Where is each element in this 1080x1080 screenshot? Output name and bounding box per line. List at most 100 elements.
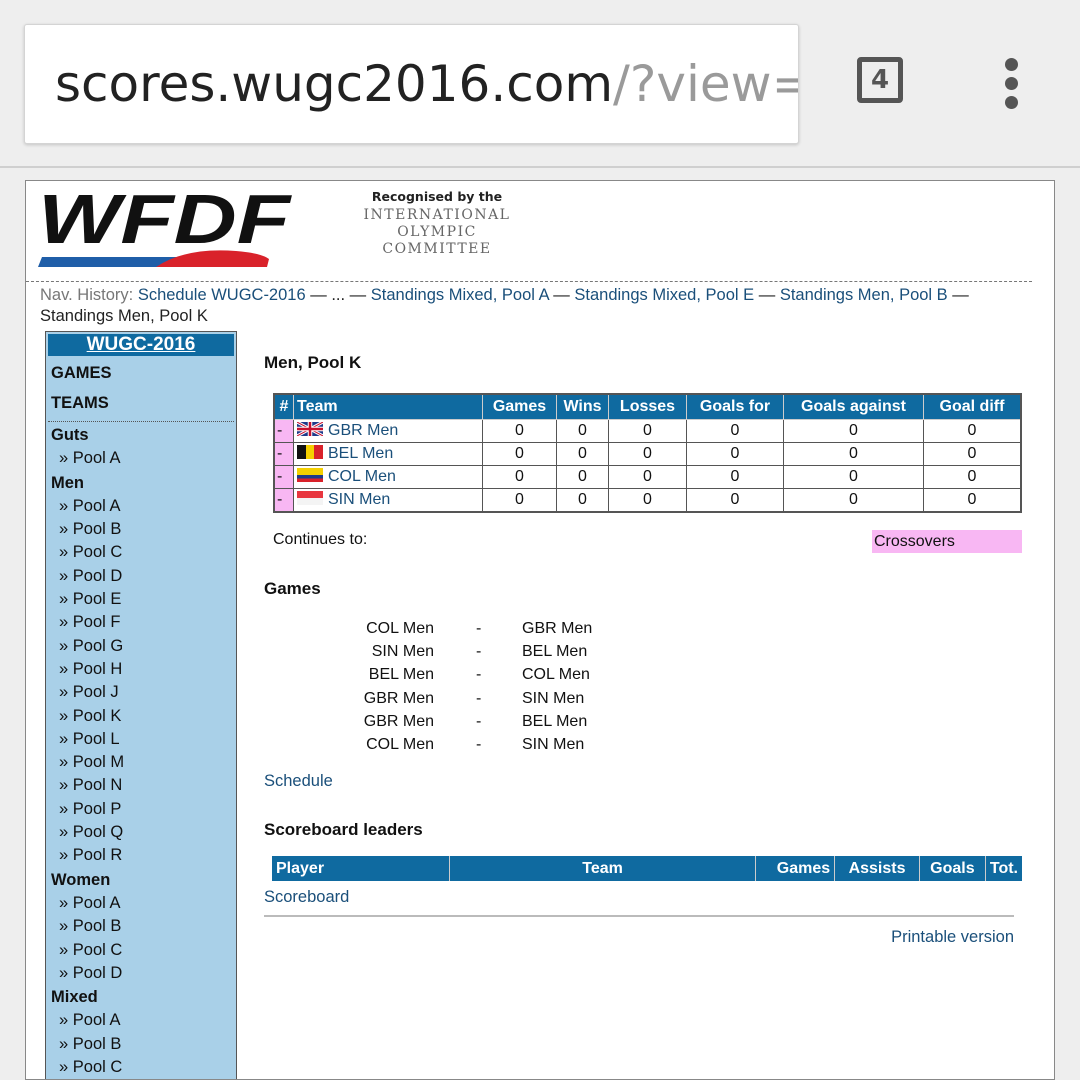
printable-version-link[interactable]: Printable version xyxy=(891,928,1014,947)
sidebar-item-teams[interactable]: TEAMS xyxy=(46,388,236,418)
sidebar-pool-link[interactable]: » Pool A xyxy=(46,892,236,915)
game-home-team: SIN Men xyxy=(371,643,434,661)
sidebar-pool-link[interactable]: » Pool D xyxy=(46,962,236,985)
sidebar-pool-link[interactable]: » Pool B xyxy=(46,1033,236,1056)
goal-diff-cell: 0 xyxy=(923,465,1022,489)
nav-sep: — xyxy=(305,286,332,304)
goals-for-cell: 0 xyxy=(686,488,784,513)
sidebar-pool-link[interactable]: » Pool R xyxy=(46,844,236,867)
sidebar-pool-link[interactable]: » Pool A xyxy=(46,495,236,518)
team-link[interactable]: SIN Men xyxy=(328,491,390,508)
nav-link[interactable]: Standings Mixed, Pool E xyxy=(574,286,754,304)
games-cell: 0 xyxy=(482,419,557,443)
nav-history-label: Nav. History: xyxy=(40,286,134,304)
nav-link[interactable]: Standings Men, Pool B xyxy=(780,286,948,304)
game-row[interactable]: GBR Men - BEL Men xyxy=(344,710,624,733)
team-link[interactable]: BEL Men xyxy=(328,445,393,462)
game-row[interactable]: GBR Men - SIN Men xyxy=(344,687,624,710)
game-row[interactable]: SIN Men - BEL Men xyxy=(344,640,624,663)
leaders-table: Player Team Games Assists Goals Tot. xyxy=(272,856,1022,881)
sidebar-title[interactable]: WUGC-2016 xyxy=(46,332,236,358)
scoreboard-link[interactable]: Scoreboard xyxy=(264,888,349,907)
game-row[interactable]: COL Men - SIN Men xyxy=(344,733,624,756)
tab-switcher-button[interactable]: 4 xyxy=(857,57,903,103)
sidebar-pool-link[interactable]: » Pool D xyxy=(46,565,236,588)
team-link[interactable]: COL Men xyxy=(328,468,396,485)
sidebar-pool-link[interactable]: » Pool F xyxy=(46,611,236,634)
sidebar-pool-link[interactable]: » Pool C xyxy=(46,541,236,564)
sidebar-pool-link[interactable]: » Pool A xyxy=(46,447,236,470)
wfdf-logo[interactable]: WFDF xyxy=(36,181,301,275)
game-home-team: COL Men xyxy=(366,735,434,753)
game-away-team: BEL Men xyxy=(522,712,588,730)
losses-cell: 0 xyxy=(608,442,687,466)
sidebar-pool-link[interactable]: » Pool B xyxy=(46,915,236,938)
rank-cell: - xyxy=(273,419,294,443)
nav-sep: — xyxy=(754,286,780,304)
sidebar-pool-link[interactable]: » Pool E xyxy=(46,588,236,611)
sidebar-pool-link[interactable]: » Pool N xyxy=(46,774,236,797)
team-cell: GBR Men xyxy=(293,419,483,443)
standings-row: - BEL Men 0 0 0 0 0 0 xyxy=(273,442,1022,466)
sidebar-pool-link[interactable]: » Pool P xyxy=(46,798,236,821)
col-goal-diff: Goal diff xyxy=(923,393,1022,420)
sidebar-pool-link[interactable]: » Pool G xyxy=(46,635,236,658)
nav-link[interactable]: Standings Mixed, Pool A xyxy=(371,286,549,304)
sidebar-pool-link[interactable]: » Pool K xyxy=(46,705,236,728)
goal-diff-cell: 0 xyxy=(923,442,1022,466)
toolbar-divider xyxy=(0,166,1080,168)
games-list: COL Men - GBR Men SIN Men - BEL Men BEL Men - CO… xyxy=(344,617,624,756)
game-home-team: GBR Men xyxy=(363,689,434,707)
game-separator: - xyxy=(476,735,482,753)
goal-diff-cell: 0 xyxy=(923,488,1022,513)
nav-ellipsis: ... xyxy=(331,286,346,304)
nav-link[interactable]: Schedule WUGC-2016 xyxy=(138,286,306,304)
col-flag-icon xyxy=(297,468,323,482)
ioc-recognition: Recognised by the INTERNATIONAL OLYMPIC … xyxy=(356,189,518,258)
content-divider xyxy=(264,915,1014,917)
goals-against-cell: 0 xyxy=(783,419,924,443)
game-separator: - xyxy=(476,689,482,707)
continues-label: Continues to: xyxy=(273,531,368,548)
game-row[interactable]: COL Men - GBR Men xyxy=(344,617,624,640)
sidebar-pool-link[interactable]: » Pool Q xyxy=(46,821,236,844)
url-host: scores.wugc2016.com xyxy=(55,55,614,113)
col-assists: Assists xyxy=(834,856,920,881)
schedule-link[interactable]: Schedule xyxy=(264,772,333,791)
address-bar[interactable]: scores.wugc2016.com/?view=p xyxy=(24,24,799,144)
sidebar-pool-link[interactable]: » Pool B xyxy=(46,518,236,541)
sidebar-pool-link[interactable]: » Pool H xyxy=(46,658,236,681)
game-home-team: GBR Men xyxy=(363,712,434,730)
scoreboard-heading: Scoreboard leaders xyxy=(264,820,423,839)
sidebar-section-men: Men xyxy=(51,473,84,492)
col-games: Games xyxy=(482,393,557,420)
nav-sep: — xyxy=(947,286,969,304)
rank-cell: - xyxy=(273,442,294,466)
losses-cell: 0 xyxy=(608,465,687,489)
ioc-line: OLYMPIC xyxy=(397,224,477,240)
sidebar-divider xyxy=(48,421,234,422)
standings-row: - COL Men 0 0 0 0 0 0 xyxy=(273,465,1022,489)
sidebar-item-games[interactable]: GAMES xyxy=(46,358,236,388)
sidebar-pool-link[interactable]: » Pool C xyxy=(46,939,236,962)
standings-row: - SIN Men 0 0 0 0 0 0 xyxy=(273,488,1022,513)
goals-against-cell: 0 xyxy=(783,488,924,513)
games-cell: 0 xyxy=(482,465,557,489)
overflow-menu-icon[interactable] xyxy=(1002,58,1020,110)
game-row[interactable]: BEL Men - COL Men xyxy=(344,663,624,686)
sidebar-pool-link[interactable]: » Pool C xyxy=(46,1056,236,1079)
sidebar-pool-link[interactable]: » Pool M xyxy=(46,751,236,774)
sidebar-pool-link[interactable]: » Pool J xyxy=(46,681,236,704)
sidebar-pool-link[interactable]: » Pool A xyxy=(46,1009,236,1032)
crossovers-link[interactable]: Crossovers xyxy=(872,530,1022,553)
sidebar-pool-link[interactable]: » Pool L xyxy=(46,728,236,751)
ioc-line: INTERNATIONAL xyxy=(363,207,511,223)
game-away-team: BEL Men xyxy=(522,643,588,661)
wins-cell: 0 xyxy=(556,442,609,466)
game-home-team: COL Men xyxy=(366,620,434,637)
nav-sep: — xyxy=(345,286,371,304)
url-text[interactable]: scores.wugc2016.com/?view=p xyxy=(55,53,798,115)
game-away-team: SIN Men xyxy=(522,689,585,707)
col-player: Player xyxy=(272,856,450,881)
team-link[interactable]: GBR Men xyxy=(328,422,398,439)
